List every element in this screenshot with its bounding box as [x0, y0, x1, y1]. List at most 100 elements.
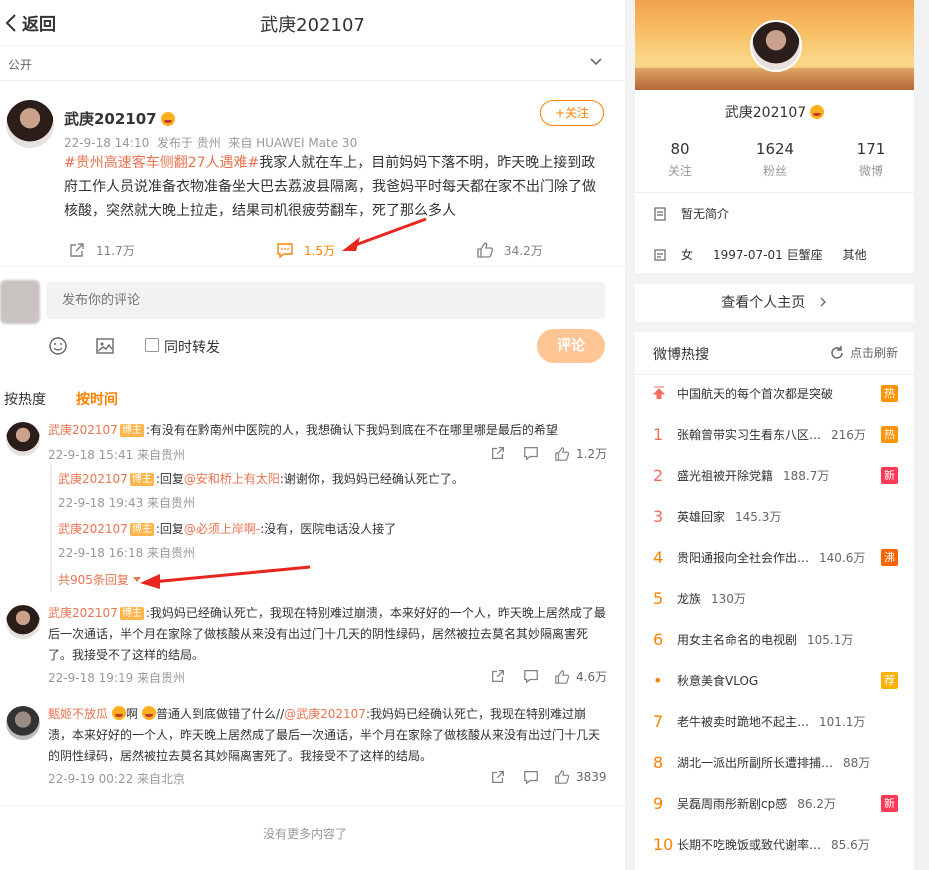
mention-link[interactable]: @安和桥上有太阳 [184, 472, 280, 486]
comment-meta: 22-9-18 19:19 来自贵州 [48, 671, 186, 685]
like-icon [477, 242, 494, 258]
bio-text: 暂无简介 [681, 207, 730, 221]
hot-search-text: 老牛被卖时跪地不起主… [677, 714, 810, 729]
commenter-avatar[interactable] [6, 706, 40, 740]
reply-icon[interactable] [523, 445, 539, 461]
reply-text: 武庚202107 博主:回复@必须上岸啊-:没有，医院电话没人接了 [58, 522, 397, 536]
hot-search-count: 85.6万 [831, 837, 870, 852]
document-icon [654, 206, 666, 221]
profile-avatar[interactable] [750, 20, 802, 72]
hot-search-count: 216万 [831, 427, 866, 442]
gender: 女 [681, 248, 694, 262]
commenter-avatar[interactable] [6, 605, 40, 639]
comment-like-button[interactable]: 4.6万 [554, 668, 607, 685]
more-replies-link[interactable]: 共905条回复 [58, 571, 141, 588]
follow-button[interactable]: +关注 [540, 100, 604, 126]
stat-followers[interactable]: 1624 粉丝 [730, 140, 820, 179]
comment-like-count: 4.6万 [576, 670, 608, 684]
top-bar: 返回 武庚202107 [0, 0, 625, 46]
other-info: 其他 [842, 248, 867, 262]
reply-icon[interactable] [523, 668, 539, 684]
hashtag-link[interactable]: #贵州高速客车侧翻27人遇难# [64, 155, 259, 171]
hot-search-count: 88万 [843, 755, 871, 770]
like-button[interactable]: 34.2万 [476, 241, 543, 259]
repost-checkbox[interactable] [145, 338, 159, 352]
hot-search-item[interactable]: 3 英雄回家 145.3万 [653, 505, 898, 527]
commenter-name[interactable]: 武庚202107 [48, 423, 118, 437]
comment-button[interactable]: 1.5万 [276, 241, 335, 259]
author-avatar[interactable] [6, 100, 54, 148]
hot-search-item[interactable]: 1 张翰曾带实习生看东八区… 216万热 [653, 423, 898, 445]
reply-icon[interactable] [523, 769, 539, 785]
hot-search-item[interactable]: 9 吴磊周雨彤新剧cp感 86.2万 新 [653, 792, 898, 814]
submit-comment-button[interactable]: 评论 [537, 329, 605, 363]
stat-following[interactable]: 80 关注 [635, 140, 725, 179]
emoji-icon [112, 706, 127, 720]
hot-search-item[interactable]: 7 老牛被卖时跪地不起主… 101.1万 [653, 710, 898, 732]
hot-search-item[interactable]: 5 龙族 130万 [653, 587, 898, 609]
emoji-picker-icon[interactable] [48, 336, 68, 356]
hot-search-text: 长期不吃晚饭或致代谢率… [677, 837, 822, 852]
comment-like-button[interactable]: 1.2万 [554, 445, 607, 462]
stat-posts[interactable]: 171 微博 [826, 140, 916, 179]
hot-search-item[interactable]: 2 盛光祖被开除党籍 188.7万 新 [653, 464, 898, 486]
hot-search-item[interactable]: 4 贵阳通报向全社会作出… 140.6万沸 [653, 546, 898, 568]
post-time[interactable]: 22-9-18 14:10 [64, 136, 149, 150]
sort-by-time-tab[interactable]: 按时间 [76, 389, 118, 409]
hot-rank: 9 [653, 793, 664, 813]
hot-search-title: 微博热搜 [653, 347, 709, 363]
commenter-name[interactable]: 武庚202107 [48, 606, 118, 620]
comment-like-button[interactable]: 3839 [554, 769, 607, 785]
hot-search-item[interactable]: 中国航天的每个首次都是突破 热 [652, 382, 898, 404]
sort-by-hot-tab[interactable]: 按热度 [4, 389, 46, 409]
author-badge: 博主 [119, 424, 144, 437]
view-homepage-button[interactable]: 查看个人主页 [635, 284, 914, 322]
hot-search-count: 145.3万 [735, 509, 782, 524]
mention-link[interactable]: @武庚202107 [284, 707, 366, 721]
divider [0, 266, 625, 267]
commenter-name[interactable]: 甄姬不放瓜 [48, 707, 108, 721]
mention-link[interactable]: @必须上岸啊- [184, 522, 260, 536]
comment-input[interactable] [46, 282, 605, 319]
refresh-button[interactable]: 点击刷新 [829, 344, 898, 361]
repost-button[interactable]: 11.7万 [68, 241, 135, 259]
hot-search-item[interactable]: 6 用女主名命名的电视剧 105.1万 [653, 628, 898, 650]
hot-rank: 8 [653, 752, 664, 772]
comment-meta: 22-9-18 15:41 来自贵州 [48, 448, 186, 462]
hot-search-card: 微博热搜 点击刷新 中国航天的每个首次都是突破热 1 张翰曾带实习生看东八区… 216… [635, 332, 914, 870]
divider [635, 374, 914, 375]
hot-search-item[interactable]: • 秋意美食VLOG 荐 [653, 669, 898, 691]
comment-text: 武庚202107 博主:有没有在黔南州中医院的人，我想确认下我妈到底在不在哪里哪是… [48, 423, 558, 437]
hot-search-text: 吴磊周雨彤新剧cp感 [677, 796, 788, 811]
share-icon[interactable] [490, 445, 506, 461]
chevron-right-icon [820, 297, 826, 307]
commenter-avatar[interactable] [6, 422, 40, 456]
bio-row: 暂无简介 [653, 205, 729, 222]
share-icon[interactable] [490, 769, 506, 785]
hot-search-text: 用女主名命名的电视剧 [677, 632, 798, 647]
author-name[interactable]: 武庚202107 [64, 108, 175, 129]
like-icon [555, 446, 570, 461]
like-icon [555, 770, 570, 784]
author-badge: 博主 [119, 607, 144, 620]
refresh-icon [831, 345, 843, 359]
hot-search-count: 188.7万 [783, 468, 830, 483]
pin-icon [652, 384, 677, 403]
hot-search-text: 龙族 [677, 591, 702, 606]
chevron-down-icon[interactable] [589, 55, 603, 69]
hot-search-text: 贵阳通报向全社会作出… [677, 550, 810, 565]
post-location: 发布于 贵州 [156, 136, 221, 150]
share-icon[interactable] [490, 668, 506, 684]
hot-search-count: 101.1万 [819, 714, 866, 729]
profile-name[interactable]: 武庚202107 [635, 102, 914, 122]
hot-search-item[interactable]: 8 湖北一派出所副所长遭排捕… 88万 [653, 751, 898, 773]
author-badge: 博主 [129, 473, 154, 486]
repost-checkbox-label: 同时转发 [164, 340, 220, 356]
replier-name[interactable]: 武庚202107 [58, 472, 128, 486]
replier-name[interactable]: 武庚202107 [58, 522, 128, 536]
image-upload-icon[interactable] [95, 336, 115, 356]
comment-icon [277, 243, 293, 259]
hot-search-item[interactable]: 10 长期不吃晚饭或致代谢率… 85.6万 [653, 833, 898, 855]
hot-search-badge: 热 [881, 426, 898, 443]
visibility-label: 公开 [8, 58, 33, 72]
